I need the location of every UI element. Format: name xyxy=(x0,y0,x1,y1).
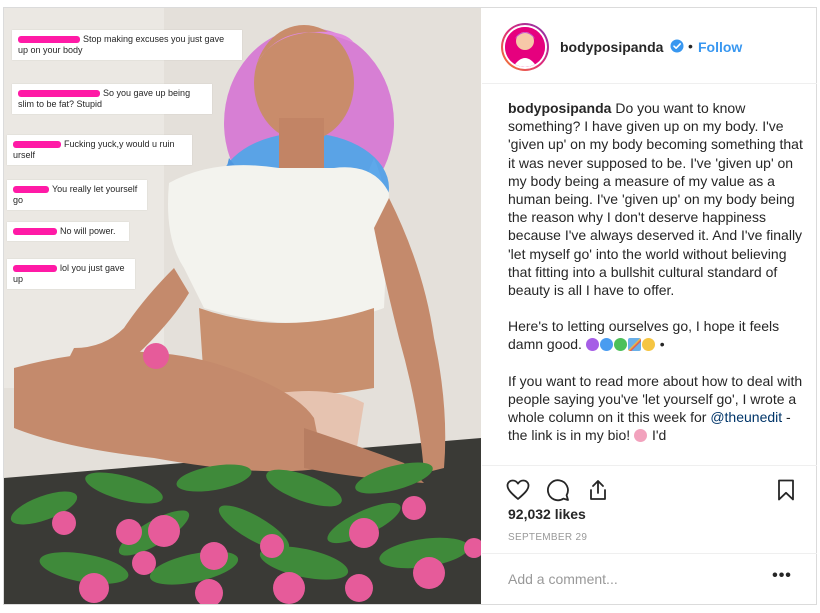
hate-comment-card: Stop making excuses you just gave up on … xyxy=(12,30,242,60)
rainbow-icon xyxy=(627,338,641,352)
green-heart-icon xyxy=(613,338,627,352)
share-icon xyxy=(590,480,606,500)
comment-input[interactable]: Add a comment... xyxy=(508,571,618,587)
header-username[interactable]: bodyposipanda xyxy=(560,39,663,55)
follow-button[interactable]: Follow xyxy=(698,39,742,55)
verified-badge-icon xyxy=(670,39,684,53)
redacted-username xyxy=(13,265,57,272)
caption-text: I'd xyxy=(651,427,667,444)
caption-text: Do you want to know something? I have gi… xyxy=(508,100,803,299)
share-button[interactable] xyxy=(584,476,612,504)
avatar-story-ring[interactable] xyxy=(501,23,549,71)
mention-link[interactable]: @theunedit xyxy=(710,409,782,425)
instagram-post: Stop making excuses you just gave up on … xyxy=(3,7,817,605)
hate-comment-card: Fucking yuck,y would u ruin urself xyxy=(7,135,192,165)
hate-comment-card: lol you just gave up xyxy=(7,259,135,289)
caption-bullet: • xyxy=(659,336,665,353)
avatar-image xyxy=(505,27,545,67)
caption-username[interactable]: bodyposipanda xyxy=(508,100,611,116)
redacted-username xyxy=(13,186,49,193)
redacted-username xyxy=(13,141,61,148)
post-date[interactable]: SEPTEMBER 29 xyxy=(508,532,587,543)
post-sidebar: bodyposipanda • Follow bodyposipanda Do … xyxy=(482,8,817,604)
likes-count[interactable]: 92,032 likes xyxy=(508,506,586,522)
hate-comment-card: You really let yourself go xyxy=(7,180,147,210)
more-options-button[interactable]: ••• xyxy=(772,567,792,587)
redacted-username xyxy=(18,36,80,43)
post-caption: bodyposipanda Do you want to know someth… xyxy=(508,99,808,463)
hate-comment-card: No will power. xyxy=(7,222,129,241)
avatar xyxy=(505,27,545,67)
save-button[interactable] xyxy=(772,476,800,504)
comment-bar: Add a comment... ••• xyxy=(482,553,817,604)
redacted-username xyxy=(18,90,100,97)
redacted-username xyxy=(13,228,57,235)
header-separator: • xyxy=(688,38,693,54)
smile-face-icon xyxy=(641,338,655,352)
blue-heart-icon xyxy=(599,338,613,352)
bookmark-icon xyxy=(778,479,794,501)
like-button[interactable] xyxy=(504,476,532,504)
post-header: bodyposipanda • Follow xyxy=(482,8,817,84)
heart-icon xyxy=(506,479,530,500)
comment-icon xyxy=(547,479,569,502)
action-bar xyxy=(482,465,817,510)
purple-heart-icon xyxy=(585,338,599,352)
comment-button[interactable] xyxy=(544,476,572,504)
cherry-blossom-icon xyxy=(634,429,648,443)
post-photo[interactable]: Stop making excuses you just gave up on … xyxy=(4,8,481,604)
hate-comment-card: So you gave up being slim to be fat? Stu… xyxy=(12,84,212,114)
